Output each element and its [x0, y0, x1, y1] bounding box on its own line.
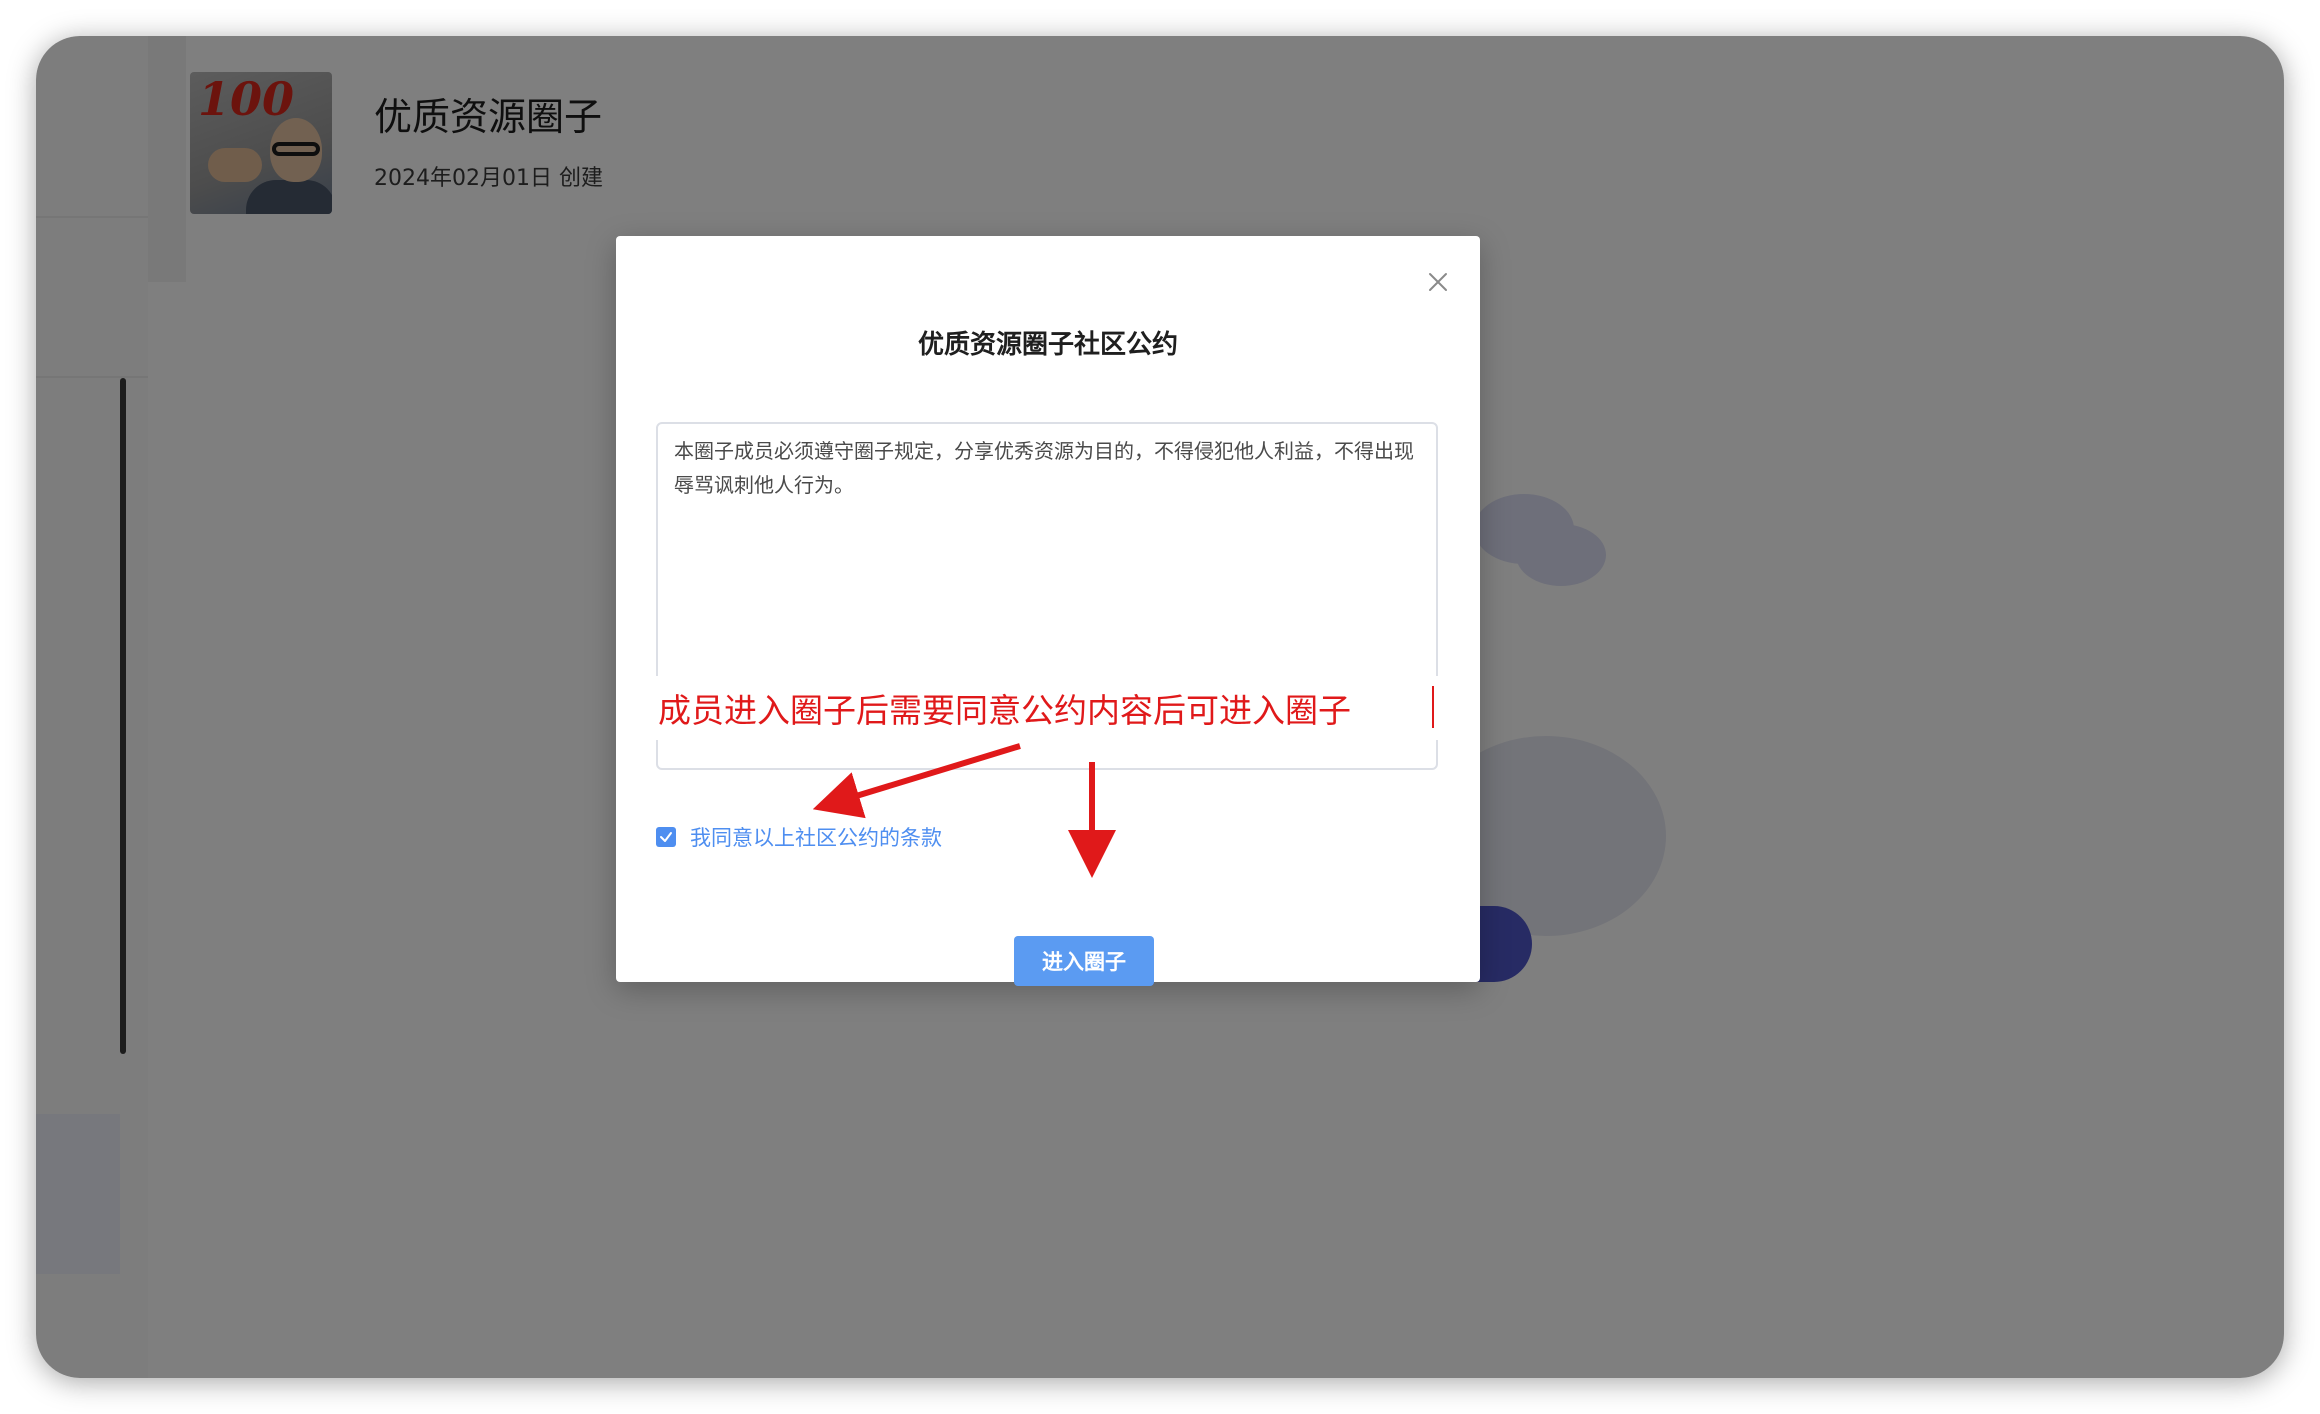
- annotation-text: 成员进入圈子后需要同意公约内容后可进入圈子: [658, 691, 1351, 730]
- dialog-title: 优质资源圈子社区公约: [917, 330, 1178, 360]
- agree-checkbox[interactable]: [656, 827, 676, 847]
- enter-group-button[interactable]: 进入圈子: [1014, 936, 1154, 986]
- text-caret: [1432, 686, 1434, 728]
- close-icon[interactable]: [1426, 270, 1450, 294]
- agree-checkbox-label[interactable]: 我同意以上社区公约的条款: [690, 822, 942, 852]
- community-agreement-dialog: 优质资源圈子社区公约 本圈子成员必须遵守圈子规定，分享优秀资源为目的，不得侵犯他…: [616, 236, 1480, 986]
- app-window: 100 优质资源圈子 2024年02月01日 创建 优质资源圈子社区公约 本圈子…: [36, 36, 2284, 1378]
- check-icon: [660, 832, 672, 842]
- agree-checkbox-row[interactable]: 我同意以上社区公约的条款: [656, 822, 942, 852]
